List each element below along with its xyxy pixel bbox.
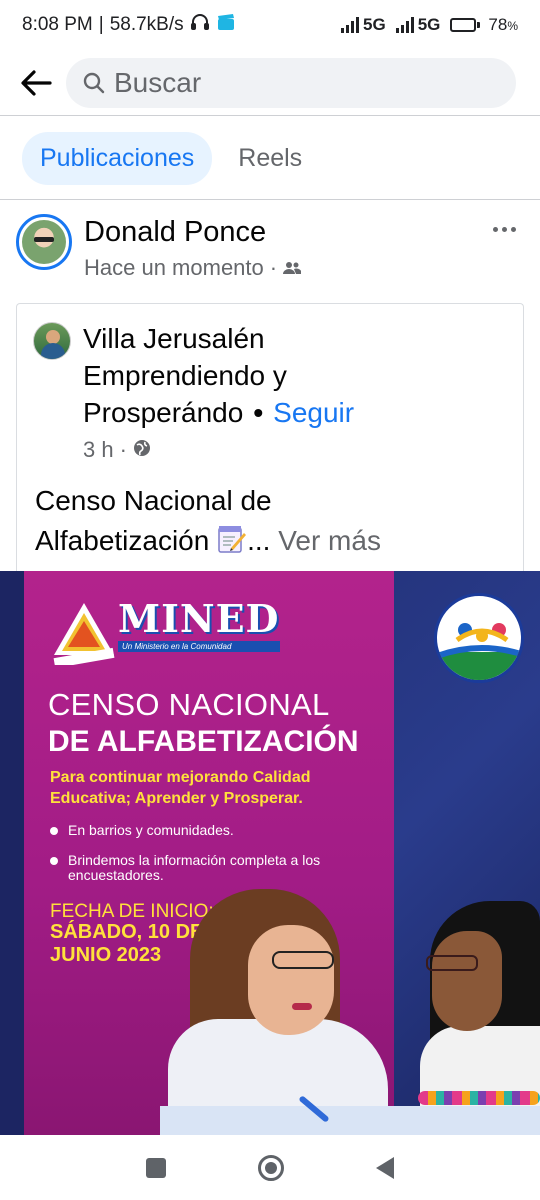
- network-type-1: 5G: [363, 15, 386, 34]
- home-icon: [265, 1161, 277, 1174]
- more-options-button[interactable]: [484, 214, 524, 244]
- friends-icon: [283, 255, 302, 281]
- post-time[interactable]: Hace un momento: [84, 255, 264, 281]
- network-speed: 58.7kB/s: [109, 14, 184, 35]
- battery-percent: 78%: [488, 15, 518, 34]
- status-separator: |: [98, 14, 104, 35]
- search-header: [0, 50, 540, 116]
- status-right: 5G 5G 78%: [341, 15, 518, 35]
- memo-icon: [217, 524, 247, 554]
- table-surface: [160, 1106, 540, 1135]
- post-meta: Donald Ponce Hace un momento ·: [84, 208, 484, 298]
- filter-tabs: Publicaciones Reels: [0, 117, 540, 200]
- post-timestamp-row: Hace un momento ·: [84, 255, 484, 281]
- poster-border-strip: [0, 571, 24, 1135]
- post-image[interactable]: MINED Un Ministerio en la Comunidad CENS…: [0, 571, 540, 1135]
- shared-page-row: Villa Jerusalén Emprendiendo y Prosperán…: [33, 320, 507, 463]
- author-avatar[interactable]: [16, 214, 72, 270]
- poster-bullet: En barrios y comunidades.: [50, 823, 370, 838]
- page-name[interactable]: Villa Jerusalén Emprendiendo y Prosperán…: [83, 320, 354, 431]
- shared-time[interactable]: 3 h: [83, 437, 114, 463]
- post-text: Censo Nacional de Alfabetización ... Ver…: [35, 485, 381, 556]
- poster-subtitle: Para continuar mejorando Calidad Educati…: [50, 769, 311, 807]
- search-icon: [82, 71, 106, 95]
- see-more-link[interactable]: Ver más: [278, 525, 381, 556]
- shared-timestamp-row: 3 h ·: [83, 437, 354, 463]
- shared-post-card[interactable]: Villa Jerusalén Emprendiendo y Prosperán…: [16, 303, 524, 571]
- tab-publicaciones[interactable]: Publicaciones: [22, 131, 213, 185]
- globe-icon: [133, 437, 151, 463]
- search-box[interactable]: [66, 57, 516, 108]
- post-header: Donald Ponce Hace un momento ·: [0, 208, 540, 298]
- recents-button[interactable]: [146, 1157, 166, 1178]
- clapper-icon: [216, 13, 236, 37]
- page-avatar[interactable]: [33, 322, 71, 360]
- person-illustration: [292, 1003, 312, 1010]
- education-logo-icon: [434, 593, 524, 683]
- mined-logo: MINED Un Ministerio en la Comunidad: [50, 596, 280, 669]
- system-nav-bar: [0, 1135, 540, 1200]
- tab-reels[interactable]: Reels: [220, 132, 320, 185]
- signal-icon: [395, 17, 414, 33]
- poster-date-label: FECHA DE INICIO:: [50, 901, 214, 922]
- back-nav-button[interactable]: [376, 1156, 394, 1179]
- person-illustration: [248, 925, 334, 1035]
- poster-title-line2: DE ALFABETIZACIÓN: [48, 725, 359, 758]
- dot-separator: ·: [269, 255, 278, 280]
- mined-triangle-icon: [50, 599, 118, 669]
- poster-bullet: Brindemos la información completa a los …: [50, 853, 370, 883]
- status-bar: 8:08 PM | 58.7kB/s 5G 5G 78%: [0, 0, 540, 50]
- post-author[interactable]: Donald Ponce: [84, 216, 484, 249]
- follow-button[interactable]: Seguir: [273, 397, 354, 428]
- clock: 8:08 PM: [22, 14, 93, 35]
- mined-tagline: Un Ministerio en la Comunidad: [118, 641, 280, 652]
- person-illustration: [432, 931, 502, 1031]
- poster-title-line1: CENSO NACIONAL: [48, 687, 330, 722]
- person-illustration: [418, 1091, 540, 1105]
- person-illustration: [272, 951, 334, 969]
- page-info: Villa Jerusalén Emprendiendo y Prosperán…: [83, 320, 354, 463]
- status-left: 8:08 PM | 58.7kB/s: [22, 13, 236, 37]
- headphones-icon: [190, 13, 210, 37]
- signal-icon: [341, 17, 360, 33]
- battery-icon: [450, 18, 481, 32]
- mined-wordmark: MINED: [118, 596, 280, 641]
- home-button[interactable]: [258, 1154, 284, 1181]
- search-input[interactable]: [114, 66, 500, 99]
- person-illustration: [426, 955, 478, 971]
- arrow-left-icon: [21, 69, 52, 96]
- network-type-2: 5G: [417, 15, 441, 34]
- back-button[interactable]: [18, 65, 54, 101]
